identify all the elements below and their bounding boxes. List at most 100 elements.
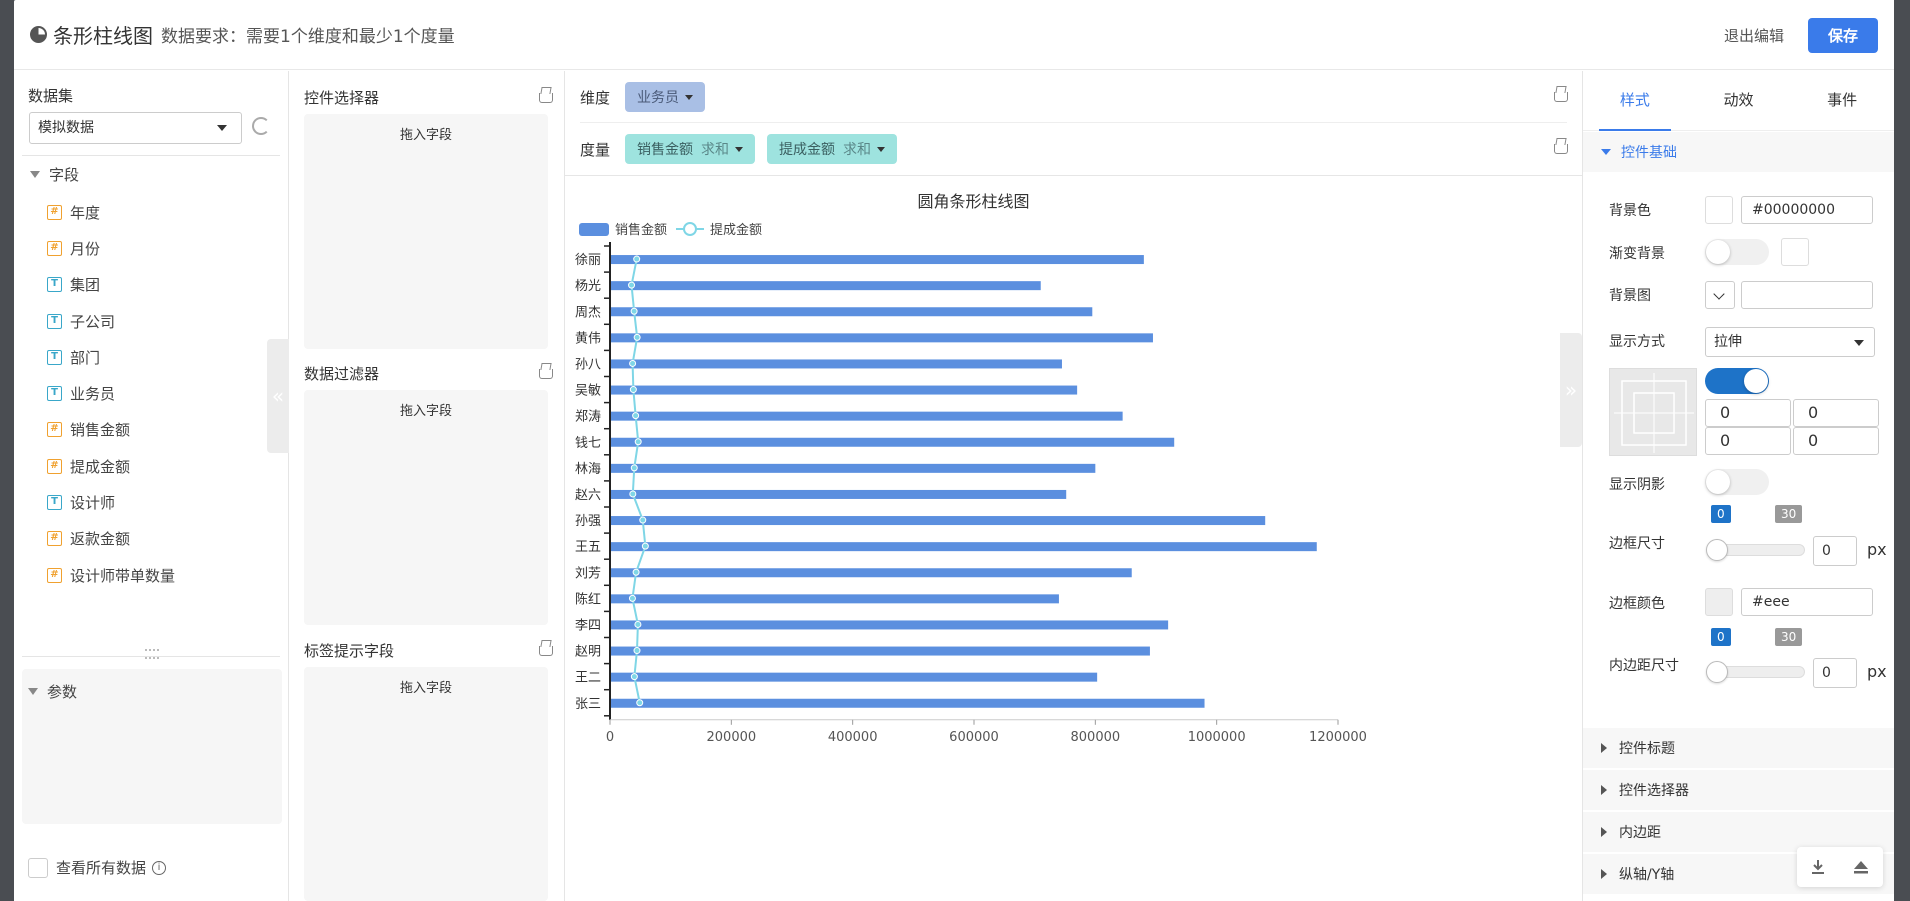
slider-thumb[interactable] — [1706, 661, 1728, 683]
caret-down-icon — [877, 146, 885, 152]
position-input-bottom[interactable]: 0 — [1705, 427, 1791, 455]
line-point — [639, 516, 647, 524]
dimension-pill[interactable]: 业务员 — [625, 82, 705, 112]
download-icon[interactable] — [1809, 858, 1827, 876]
y-tick-label: 赵六 — [575, 488, 601, 503]
caret-right-icon — [1601, 785, 1607, 795]
section-basic[interactable]: 控件基础 — [1583, 132, 1894, 172]
floating-actions — [1797, 847, 1883, 887]
collapse-right-button[interactable]: » — [1560, 333, 1582, 447]
info-icon[interactable]: i — [152, 860, 167, 875]
params-toggle[interactable]: 参数 — [28, 681, 77, 702]
field-item[interactable]: # 设计师带单数量 — [47, 557, 175, 593]
bg-image-dropdown[interactable] — [1705, 281, 1735, 309]
bg-color-input[interactable]: #00000000 — [1741, 196, 1873, 224]
section-title[interactable]: 控件标题 — [1583, 728, 1894, 768]
section-selector[interactable]: 控件选择器 — [1583, 770, 1894, 810]
clear-icon[interactable] — [1554, 144, 1568, 154]
measure-pill-label: 销售金额 — [637, 142, 693, 158]
position-input-right[interactable]: 0 — [1793, 399, 1879, 427]
selector-drop-zone[interactable]: 拖入字段 — [304, 114, 548, 349]
border-size-input[interactable]: 0 — [1813, 536, 1857, 566]
y-tick-label: 林海 — [575, 462, 601, 477]
text-field-icon: T — [47, 386, 62, 402]
range-max-badge: 30 — [1775, 505, 1803, 523]
clear-icon[interactable] — [539, 369, 553, 379]
eject-icon[interactable] — [1851, 858, 1871, 876]
number-field-icon: # — [47, 240, 62, 256]
caret-down-icon — [30, 171, 40, 178]
display-mode-select[interactable]: 拉伸 — [1705, 327, 1875, 357]
gradient-toggle[interactable] — [1705, 239, 1769, 265]
fields-group-toggle[interactable]: 字段 — [30, 164, 79, 185]
field-item[interactable]: T 集团 — [47, 267, 175, 303]
line-point — [632, 568, 640, 576]
field-item[interactable]: T 设计师 — [47, 484, 175, 520]
zones-panel: 控件选择器 拖入字段 数据过滤器 拖入字段 标签提示字段 拖入字段 — [289, 71, 565, 901]
px-unit: px — [1867, 540, 1887, 559]
view-all-data[interactable]: 查看所有数据 i — [28, 857, 167, 878]
field-item[interactable]: T 部门 — [47, 339, 175, 375]
padding-slider[interactable] — [1706, 661, 1805, 683]
bar — [611, 542, 1317, 552]
gradient-color-swatch[interactable] — [1781, 238, 1809, 266]
measure-pill-sales[interactable]: 销售金额 求和 — [625, 134, 755, 164]
measure-pill-commission[interactable]: 提成金额 求和 — [767, 134, 897, 164]
bg-color-swatch[interactable] — [1705, 196, 1733, 224]
border-color-input[interactable]: #eee — [1741, 588, 1873, 616]
bg-image-input[interactable] — [1741, 281, 1873, 309]
field-item[interactable]: # 返款金额 — [47, 521, 175, 557]
y-tick-label: 王五 — [575, 540, 601, 555]
resize-handle[interactable] — [145, 649, 159, 652]
tab-events[interactable]: 事件 — [1790, 71, 1894, 130]
position-toggle[interactable] — [1705, 368, 1769, 394]
tab-animation[interactable]: 动效 — [1687, 71, 1791, 130]
field-item[interactable]: T 业务员 — [47, 375, 175, 411]
pie-chart-icon — [30, 26, 47, 43]
clear-icon[interactable] — [539, 93, 553, 103]
position-picker[interactable] — [1609, 368, 1697, 456]
gradient-label: 渐变背景 — [1609, 246, 1665, 262]
field-name: 提成金额 — [70, 457, 131, 476]
field-item[interactable]: # 月份 — [47, 230, 175, 266]
field-item[interactable]: # 提成金额 — [47, 448, 175, 484]
field-name: 年度 — [70, 203, 101, 222]
slider-thumb[interactable] — [1706, 539, 1728, 561]
border-color-swatch[interactable] — [1705, 588, 1733, 616]
exit-edit-link[interactable]: 退出编辑 — [1724, 25, 1784, 46]
legend-bar-swatch — [579, 223, 609, 236]
field-name: 部门 — [70, 348, 101, 367]
line-point — [634, 438, 642, 446]
resize-handle[interactable] — [145, 657, 159, 660]
position-input-top[interactable]: 0 — [1705, 399, 1791, 427]
x-tick-label: 0 — [606, 730, 614, 745]
save-button[interactable]: 保存 — [1808, 18, 1878, 53]
padding-input[interactable]: 0 — [1813, 658, 1857, 688]
filter-drop-zone[interactable]: 拖入字段 — [304, 390, 548, 625]
refresh-icon[interactable] — [252, 117, 270, 135]
field-item[interactable]: # 销售金额 — [47, 412, 175, 448]
y-tick-label: 刘芳 — [575, 566, 601, 581]
tab-style[interactable]: 样式 — [1583, 71, 1687, 131]
clear-icon[interactable] — [1554, 92, 1568, 102]
field-name: 设计师带单数量 — [70, 566, 176, 585]
line-point — [629, 359, 637, 367]
x-tick-label: 1200000 — [1309, 730, 1367, 745]
field-item[interactable]: # 年度 — [47, 194, 175, 230]
border-size-slider[interactable] — [1706, 539, 1805, 561]
bar — [611, 516, 1266, 526]
section-padding[interactable]: 内边距 — [1583, 812, 1894, 852]
drop-hint: 拖入字段 — [399, 128, 452, 143]
measure-agg-label: 求和 — [843, 142, 871, 158]
props-tabs: 样式 动效 事件 — [1583, 71, 1894, 131]
y-tick-label: 钱七 — [575, 436, 601, 451]
field-item[interactable]: T 子公司 — [47, 303, 175, 339]
caret-right-icon — [1601, 827, 1607, 837]
view-all-checkbox[interactable] — [28, 857, 48, 878]
shadow-toggle[interactable] — [1705, 469, 1769, 495]
position-input-left[interactable]: 0 — [1793, 427, 1879, 455]
dataset-select[interactable]: 模拟数据 — [29, 112, 242, 144]
tooltip-drop-zone[interactable]: 拖入字段 — [304, 667, 548, 901]
clear-icon[interactable] — [539, 646, 553, 656]
collapse-left-button[interactable]: « — [267, 339, 289, 453]
